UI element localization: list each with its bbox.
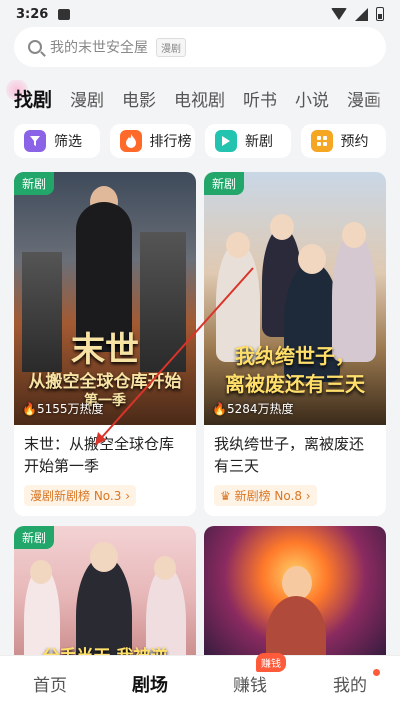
nav-theater[interactable]: 剧场	[110, 671, 190, 697]
category-tabs: 找剧 漫剧 电影 电视剧 听书 小说 漫画	[0, 80, 400, 116]
cover-figure-face	[30, 560, 52, 584]
tab-find-drama[interactable]: 找剧	[5, 80, 52, 112]
cover-figure-face	[342, 222, 366, 248]
search-placeholder: 我的末世安全屋	[50, 40, 148, 56]
drama-card[interactable]: 末世 从搬空全球仓库开始 第一季 新剧 🔥5155万热度 末世：从搬空全球仓库开…	[14, 172, 196, 516]
heat-value: 5155万热度	[36, 402, 104, 416]
new-badge: 新剧	[14, 526, 55, 549]
cover-title-line: 从搬空全球仓库开始	[28, 372, 182, 392]
play-icon	[215, 130, 237, 152]
search-input[interactable]: 我的末世安全屋 漫剧	[14, 27, 386, 67]
bottom-nav: 首页 剧场 赚钱 赚钱 我的	[0, 653, 400, 711]
filter-chip-label: 筛选	[54, 134, 82, 150]
filter-icon	[24, 130, 46, 152]
search-icon	[28, 40, 42, 54]
flame-icon: 🔥	[22, 402, 37, 416]
reserve-chip-label: 预约	[340, 134, 369, 150]
nav-profile-label: 我的	[333, 676, 367, 696]
notification-dot	[373, 669, 380, 676]
cover-title-big: 末世	[71, 330, 139, 370]
heat-value: 5284万热度	[226, 402, 294, 416]
tab-tv-series[interactable]: 电视剧	[174, 86, 225, 111]
cover-title-line: 我纨绔世子，	[235, 344, 355, 368]
status-time: 3:26	[16, 6, 49, 22]
nav-profile[interactable]: 我的	[310, 669, 390, 696]
flame-icon	[119, 130, 142, 152]
cover-figure-face	[90, 542, 118, 572]
earn-badge: 赚钱	[256, 653, 286, 672]
flame-icon: 🔥	[212, 402, 227, 416]
status-icons	[331, 7, 384, 21]
cover-figure-face	[298, 244, 326, 274]
filter-chips: 筛选 排行榜 新剧 预约	[14, 124, 386, 158]
drama-cover[interactable]: 我纨绔世子， 离被废还有三天 新剧 🔥5284万热度	[204, 172, 386, 425]
cover-figure-face	[226, 232, 250, 258]
drama-title[interactable]: 末世：从搬空全球仓库开始第一季	[14, 425, 196, 479]
tab-audiobook[interactable]: 听书	[243, 86, 277, 111]
cover-title-line: 离被废还有三天	[225, 372, 365, 396]
chevron-right-icon: ›	[125, 489, 131, 503]
drama-cover[interactable]	[204, 526, 386, 666]
search-category-tag: 漫剧	[156, 37, 186, 57]
rank-tag[interactable]: ♛ 新剧榜 No.8 ›	[214, 485, 317, 506]
wifi-icon	[331, 8, 347, 20]
photo-notification-icon	[58, 8, 71, 20]
crown-icon: ♛	[220, 489, 231, 503]
drama-cover[interactable]: 末世 从搬空全球仓库开始 第一季 新剧 🔥5155万热度	[14, 172, 196, 425]
new-badge: 新剧	[204, 172, 245, 195]
drama-cover[interactable]: 分手当天 我被逆 新剧	[14, 526, 196, 666]
cover-figure-face	[154, 556, 176, 580]
filter-chip[interactable]: 筛选	[14, 124, 100, 158]
chevron-right-icon: ›	[305, 489, 311, 503]
new-badge: 新剧	[14, 172, 55, 195]
tab-novel[interactable]: 小说	[295, 86, 329, 111]
rank-label: 漫剧新剧榜 No.3	[30, 489, 122, 503]
rank-label: 新剧榜 No.8	[234, 489, 302, 503]
drama-card[interactable]: 分手当天 我被逆 新剧	[14, 526, 196, 666]
drama-title[interactable]: 我纨绔世子，离被废还有三天	[204, 425, 386, 479]
ranking-chip[interactable]: 排行榜	[109, 124, 195, 158]
signal-icon	[355, 7, 368, 21]
nav-earn[interactable]: 赚钱 赚钱	[210, 653, 290, 696]
drama-card[interactable]: 我纨绔世子， 离被废还有三天 新剧 🔥5284万热度 我纨绔世子，离被废还有三天…	[204, 172, 386, 516]
tab-comic-drama[interactable]: 漫剧	[70, 86, 104, 111]
new-drama-chip[interactable]: 新剧	[205, 124, 291, 158]
reserve-chip[interactable]: 预约	[300, 124, 386, 158]
calendar-icon	[310, 130, 333, 152]
drama-card[interactable]	[204, 526, 386, 666]
cover-figure-face	[282, 566, 312, 600]
battery-icon	[376, 7, 384, 21]
nav-home[interactable]: 首页	[10, 671, 90, 696]
nav-earn-label: 赚钱	[233, 676, 267, 696]
new-drama-chip-label: 新剧	[245, 134, 273, 150]
tabs-fade	[370, 80, 400, 116]
cover-figure-face	[270, 214, 294, 240]
status-bar: 3:26	[0, 0, 400, 28]
heat-count: 🔥5155万热度	[22, 400, 104, 417]
heat-count: 🔥5284万热度	[212, 400, 294, 417]
rank-tag[interactable]: 漫剧新剧榜 No.3 ›	[24, 485, 137, 506]
ranking-chip-label: 排行榜	[149, 134, 192, 150]
tab-movie[interactable]: 电影	[122, 86, 156, 111]
